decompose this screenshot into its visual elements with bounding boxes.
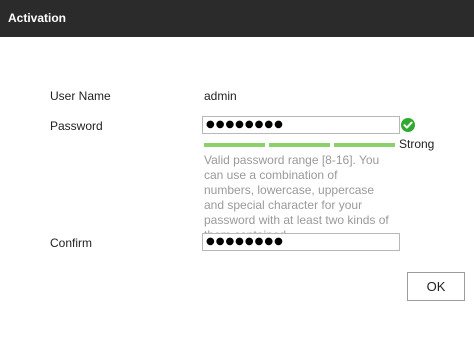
- username-label: User Name: [50, 89, 111, 103]
- strength-bar-segment-3: [334, 143, 395, 147]
- password-field[interactable]: ●●●●●●●●: [202, 116, 400, 134]
- password-label: Password: [50, 119, 103, 133]
- username-value: admin: [204, 89, 237, 103]
- confirm-password-field[interactable]: ●●●●●●●●: [202, 233, 400, 251]
- strength-bar-segment-1: [204, 143, 265, 147]
- check-circle-icon: [401, 118, 415, 132]
- confirm-label: Confirm: [50, 236, 93, 250]
- strength-label: Strong: [399, 137, 435, 151]
- dialog-title: Activation: [0, 0, 474, 37]
- ok-button[interactable]: OK: [407, 272, 465, 301]
- password-hint: Valid password range [8-16]. You can use…: [204, 153, 389, 242]
- strength-bar-segment-2: [269, 143, 330, 147]
- activation-dialog: Activation User Name admin Password ●●●●…: [0, 0, 474, 339]
